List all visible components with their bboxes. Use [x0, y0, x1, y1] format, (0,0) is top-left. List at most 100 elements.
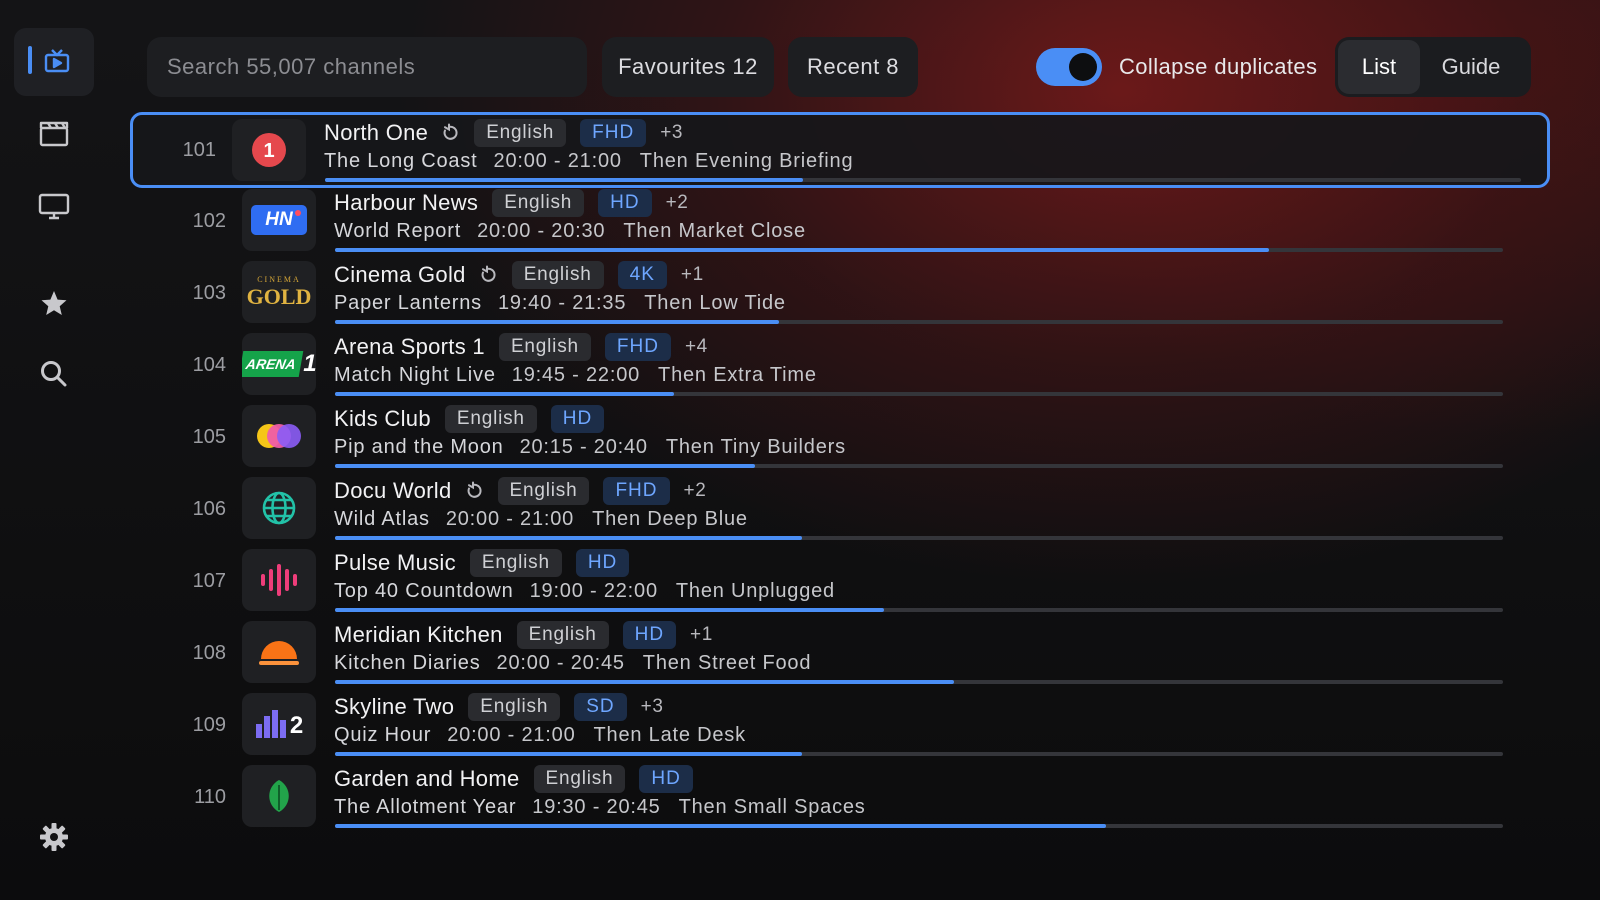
program-time: 20:00 - 21:00 [493, 149, 622, 172]
quality-badge: HD [622, 621, 677, 649]
progress-fill [335, 464, 756, 468]
progress-fill [335, 536, 803, 540]
channel-name-line: Harbour News English HD +2 [334, 188, 688, 218]
garden-home-logo [242, 765, 316, 827]
channel-number: 106 [192, 498, 226, 520]
next-program: Then Extra Time [658, 363, 817, 386]
next-program: Then Market Close [623, 219, 806, 242]
channel-row[interactable]: 108 Meridian Kitchen English HD +1 Kitchen Di… [130, 616, 1550, 688]
channel-row[interactable]: 101 1 North One English FHD +3 The Long Coast 2… [130, 112, 1550, 188]
nav-series[interactable] [14, 172, 94, 240]
skyline-two-logo: 2 [242, 693, 316, 755]
channel-row[interactable]: 107 Pulse Music English HD Top 40 Countdown 1… [130, 544, 1550, 616]
progress-fill [335, 680, 955, 684]
next-program: Then Late Desk [593, 723, 746, 746]
nav-movies[interactable] [14, 100, 94, 168]
extra-sources-count: +1 [680, 264, 704, 285]
current-program: The Allotment Year [334, 795, 517, 818]
active-indicator [28, 46, 32, 74]
current-program: World Report [334, 219, 462, 242]
language-tag: English [444, 405, 537, 433]
channel-name-line: Docu World English FHD +2 [334, 476, 706, 506]
arena-logo-text: ARENA [242, 351, 304, 377]
program-line: The Long Coast 20:00 - 21:00 Then Evening … [324, 148, 853, 174]
program-progress [335, 248, 1503, 252]
channel-name: Garden and Home [334, 766, 520, 791]
quality-badge: FHD [604, 333, 671, 361]
harbour-news-logo: HN [242, 189, 316, 251]
channel-name: Harbour News [334, 190, 479, 215]
extra-sources-count: +4 [684, 336, 708, 357]
clapperboard-icon [39, 121, 69, 147]
star-icon [41, 291, 67, 315]
channel-name: Meridian Kitchen [334, 622, 503, 647]
nav-live-tv[interactable] [14, 28, 94, 96]
program-progress [335, 392, 1503, 396]
program-progress [335, 608, 1503, 612]
channel-number: 110 [194, 786, 226, 808]
current-program: The Long Coast [324, 149, 478, 172]
channel-row[interactable]: 109 2 Skyline Two English SD +3 Quiz Hour 20:00… [130, 688, 1550, 760]
program-progress [335, 752, 1503, 756]
language-tag: English [533, 765, 626, 793]
next-program: Then Deep Blue [592, 507, 748, 530]
channel-row[interactable]: 104 ARENA 1 Arena Sports 1 English FHD +4 Match… [130, 328, 1550, 400]
next-program: Then Tiny Builders [665, 435, 846, 458]
docu-world-logo [242, 477, 316, 539]
program-line: Match Night Live 19:45 - 22:00 Then Extra … [334, 362, 817, 388]
arena-logo-digit: 1 [303, 350, 316, 377]
channel-name: Docu World [334, 478, 452, 503]
nav-settings[interactable] [14, 803, 94, 871]
guide-view-button[interactable]: Guide [1420, 40, 1522, 94]
language-tag: English [498, 333, 591, 361]
sidebar [0, 0, 112, 900]
nav-search[interactable] [14, 340, 94, 408]
toggle-knob [1069, 53, 1097, 81]
channel-row[interactable]: 106 Docu World English FHD +2 Wild Atlas 20:00… [130, 472, 1550, 544]
list-view-button[interactable]: List [1338, 40, 1420, 94]
collapse-duplicates-toggle[interactable] [1036, 48, 1102, 86]
progress-fill [335, 824, 1106, 828]
channel-row[interactable]: 102 HN Harbour News English HD +2 World Report… [130, 184, 1550, 256]
channel-row[interactable]: 103 CINEMA GOLD Cinema Gold English 4K +1 Paper… [130, 256, 1550, 328]
next-program: Then Low Tide [644, 291, 786, 314]
arena-sports-logo: ARENA 1 [242, 333, 316, 395]
channel-number: 103 [192, 282, 226, 304]
extra-sources-count: +2 [683, 480, 707, 501]
restart-icon [440, 123, 460, 143]
view-switcher: List Guide [1335, 37, 1531, 97]
program-progress [335, 536, 1503, 540]
monitor-icon [38, 193, 70, 220]
program-time: 19:40 - 21:35 [497, 291, 627, 314]
channel-row[interactable]: 105 Kids Club English HD Pip and the Moon 20:… [130, 400, 1550, 472]
channel-name-line: Arena Sports 1 English FHD +4 [334, 332, 708, 362]
channel-name: North One [324, 120, 429, 145]
north-one-logo-text: 1 [263, 140, 274, 162]
gear-icon [40, 823, 68, 851]
channel-number: 101 [182, 139, 216, 161]
quality-badge: 4K [617, 261, 667, 289]
channel-name: Cinema Gold [334, 262, 466, 287]
search-icon [41, 361, 67, 387]
channel-number: 108 [192, 642, 226, 664]
language-tag: English [469, 549, 562, 577]
program-progress [335, 464, 1503, 468]
language-tag: English [511, 261, 604, 289]
channel-number: 102 [192, 210, 226, 232]
search-input[interactable] [147, 37, 587, 97]
extra-sources-count: +2 [665, 192, 689, 213]
recent-button[interactable]: Recent 8 [788, 37, 918, 97]
extra-sources-count: +3 [660, 122, 684, 143]
channel-name-line: Pulse Music English HD [334, 548, 630, 578]
program-time: 19:00 - 22:00 [529, 579, 658, 602]
channel-name: Arena Sports 1 [334, 334, 485, 359]
channel-number: 104 [192, 354, 226, 376]
next-program: Then Small Spaces [678, 795, 866, 818]
extra-sources-count: +3 [640, 696, 664, 717]
favourites-button[interactable]: Favourites 12 [602, 37, 774, 97]
collapse-duplicates-label: Collapse duplicates [1119, 54, 1318, 79]
program-line: World Report 20:00 - 20:30 Then Market Clo… [334, 218, 806, 244]
channel-row[interactable]: 110 Garden and Home English HD The Allotment… [130, 760, 1550, 832]
nav-favourites[interactable] [14, 270, 94, 338]
language-tag: English [468, 693, 561, 721]
